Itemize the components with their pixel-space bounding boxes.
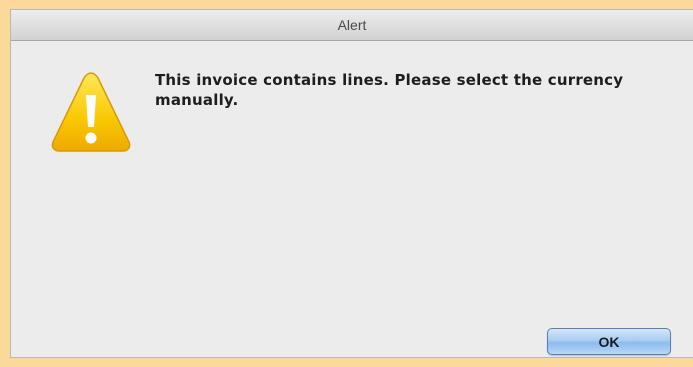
ok-button[interactable]: OK [547,328,671,355]
screen: Alert This invoice contains lines. Pleas… [0,0,693,367]
dialog-body: This invoice contains lines. Please sele… [11,41,693,359]
alert-message: This invoice contains lines. Please sele… [155,71,624,109]
warning-icon [51,72,131,152]
titlebar[interactable]: Alert [11,10,693,41]
alert-dialog: Alert This invoice contains lines. Pleas… [10,9,693,358]
window-title: Alert [337,17,367,33]
